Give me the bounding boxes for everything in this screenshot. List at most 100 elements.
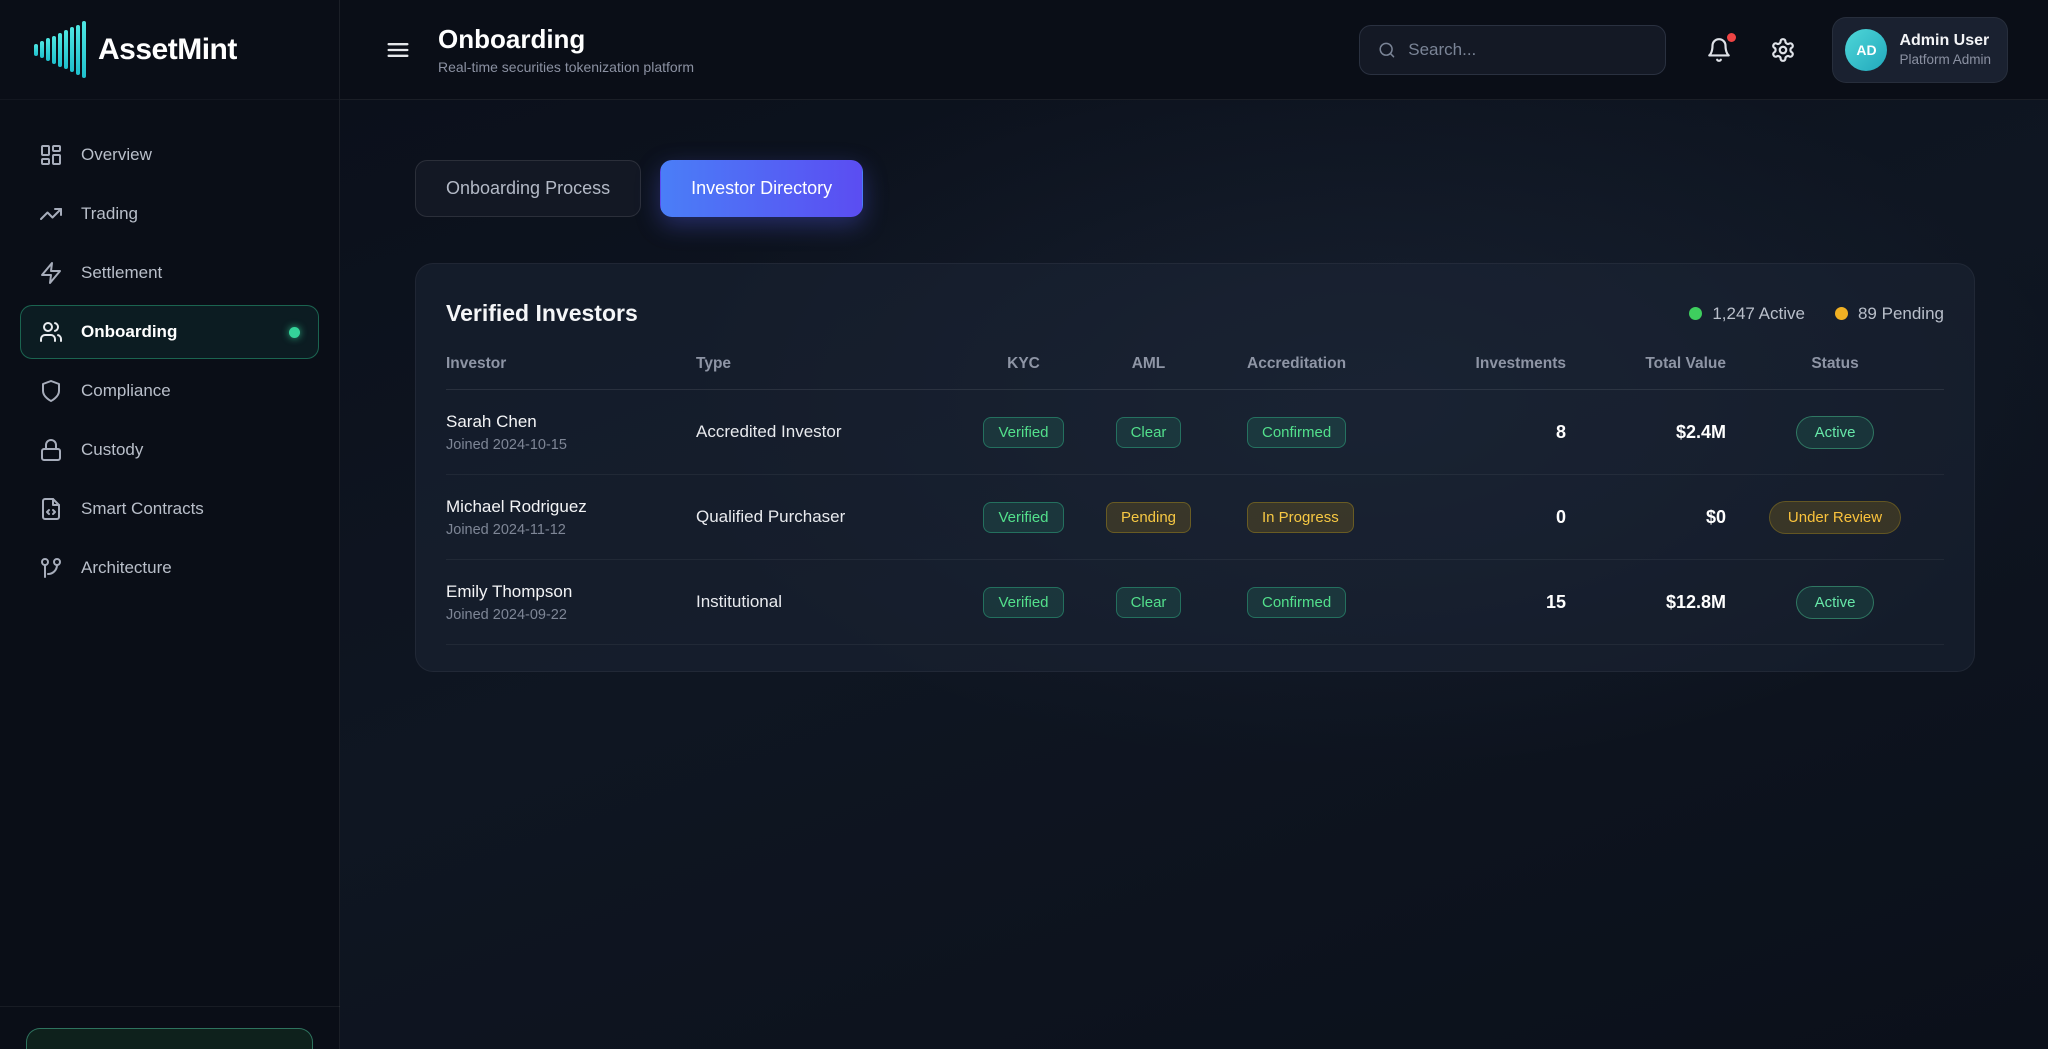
user-menu[interactable]: AD Admin User Platform Admin [1832, 17, 2008, 83]
main-content: Onboarding Process Investor Directory Ve… [340, 100, 2048, 1049]
zap-icon [39, 261, 63, 285]
view-tabs: Onboarding Process Investor Directory [415, 160, 2048, 217]
verified-investors-panel: Verified Investors 1,247 Active 89 Pendi… [415, 263, 1975, 672]
investor-name: Sarah Chen [446, 412, 696, 432]
tab-investor-directory[interactable]: Investor Directory [660, 160, 863, 217]
status-badge: Under Review [1769, 501, 1901, 534]
search-input[interactable] [1408, 40, 1647, 60]
investor-cell: Emily Thompson Joined 2024-09-22 [446, 582, 696, 623]
accreditation-badge: In Progress [1247, 502, 1354, 533]
sidebar-item-label: Overview [81, 145, 152, 165]
amber-dot-icon [1835, 307, 1848, 320]
grid-icon [39, 143, 63, 167]
kyc-badge: Verified [983, 502, 1063, 533]
investor-joined: Joined 2024-09-22 [446, 607, 696, 623]
user-role: Platform Admin [1899, 52, 1991, 67]
total-value: $12.8M [1666, 592, 1726, 613]
investments-count: 0 [1556, 507, 1566, 528]
sidebar-item-trading[interactable]: Trading [20, 187, 319, 241]
table-row[interactable]: Emily Thompson Joined 2024-09-22 Institu… [446, 560, 1944, 645]
col-status: Status [1811, 355, 1858, 373]
aml-badge: Pending [1106, 502, 1191, 533]
sidebar-item-custody[interactable]: Custody [20, 423, 319, 477]
avatar: AD [1845, 29, 1887, 71]
search-box[interactable] [1359, 25, 1666, 75]
investor-type: Institutional [696, 592, 961, 612]
sidebar-item-label: Settlement [81, 263, 162, 283]
col-accreditation: Accreditation [1211, 355, 1346, 373]
col-total-value: Total Value [1645, 355, 1726, 373]
sidebar-item-compliance[interactable]: Compliance [20, 364, 319, 418]
notifications-button[interactable] [1700, 31, 1738, 69]
investments-count: 15 [1546, 592, 1566, 613]
menu-icon[interactable] [384, 36, 412, 64]
tab-onboarding-process[interactable]: Onboarding Process [415, 160, 641, 217]
sidebar-footer-divider [0, 1006, 340, 1007]
active-count-label: 1,247 Active [1712, 304, 1805, 324]
page-title: Onboarding [438, 24, 694, 55]
file-code-icon [39, 497, 63, 521]
pending-count-stat: 89 Pending [1835, 304, 1944, 324]
sidebar-item-architecture[interactable]: Architecture [20, 541, 319, 595]
panel-title: Verified Investors [446, 300, 638, 327]
trending-up-icon [39, 202, 63, 226]
table-row[interactable]: Michael Rodriguez Joined 2024-11-12 Qual… [446, 475, 1944, 560]
notification-dot [1727, 33, 1736, 42]
investor-type: Accredited Investor [696, 422, 961, 442]
kyc-badge: Verified [983, 587, 1063, 618]
waveform-bars-icon [34, 21, 86, 78]
user-name: Admin User [1899, 32, 1991, 50]
col-aml: AML [1132, 355, 1166, 373]
col-kyc: KYC [1007, 355, 1040, 373]
aml-badge: Clear [1116, 587, 1182, 618]
git-branch-icon [39, 556, 63, 580]
shield-icon [39, 379, 63, 403]
aml-badge: Clear [1116, 417, 1182, 448]
gear-icon [1770, 37, 1796, 63]
settings-button[interactable] [1764, 31, 1802, 69]
col-investments: Investments [1476, 355, 1566, 373]
kyc-badge: Verified [983, 417, 1063, 448]
sidebar-item-label: Smart Contracts [81, 499, 204, 519]
status-badge: Active [1796, 416, 1875, 449]
total-value: $0 [1706, 507, 1726, 528]
panel-stats: 1,247 Active 89 Pending [1689, 304, 1944, 324]
users-icon [39, 320, 63, 344]
sidebar-item-label: Compliance [81, 381, 171, 401]
green-dot-icon [1689, 307, 1702, 320]
sidebar-item-label: Trading [81, 204, 138, 224]
sidebar: AssetMint Overview Trading Settlement On… [0, 0, 340, 1049]
investor-type: Qualified Purchaser [696, 507, 961, 527]
search-icon [1378, 40, 1396, 60]
status-badge: Active [1796, 586, 1875, 619]
sidebar-item-settlement[interactable]: Settlement [20, 246, 319, 300]
sidebar-item-label: Onboarding [81, 322, 177, 342]
top-header: Onboarding Real-time securities tokeniza… [340, 0, 2048, 100]
page-subtitle: Real-time securities tokenization platfo… [438, 59, 694, 75]
page-head: Onboarding Real-time securities tokeniza… [438, 24, 694, 75]
header-actions: AD Admin User Platform Admin [1359, 17, 2008, 83]
col-investor: Investor [446, 355, 696, 373]
lock-icon [39, 438, 63, 462]
active-status-dot [289, 327, 300, 338]
brand-logo: AssetMint [0, 0, 339, 100]
accreditation-badge: Confirmed [1247, 587, 1346, 618]
pending-count-label: 89 Pending [1858, 304, 1944, 324]
investor-cell: Sarah Chen Joined 2024-10-15 [446, 412, 696, 453]
sidebar-item-onboarding[interactable]: Onboarding [20, 305, 319, 359]
panel-header: Verified Investors 1,247 Active 89 Pendi… [446, 300, 1944, 327]
brand-name: AssetMint [98, 33, 237, 67]
table-row[interactable]: Sarah Chen Joined 2024-10-15 Accredited … [446, 390, 1944, 475]
accreditation-badge: Confirmed [1247, 417, 1346, 448]
sidebar-item-label: Architecture [81, 558, 172, 578]
user-meta: Admin User Platform Admin [1899, 32, 1991, 67]
investor-joined: Joined 2024-11-12 [446, 522, 696, 538]
sidebar-nav: Overview Trading Settlement Onboarding C… [0, 100, 339, 595]
active-count-stat: 1,247 Active [1689, 304, 1805, 324]
investments-count: 8 [1556, 422, 1566, 443]
sidebar-item-smart-contracts[interactable]: Smart Contracts [20, 482, 319, 536]
col-type: Type [696, 355, 961, 373]
sidebar-footer-card [26, 1028, 313, 1049]
sidebar-item-overview[interactable]: Overview [20, 128, 319, 182]
investor-joined: Joined 2024-10-15 [446, 437, 696, 453]
